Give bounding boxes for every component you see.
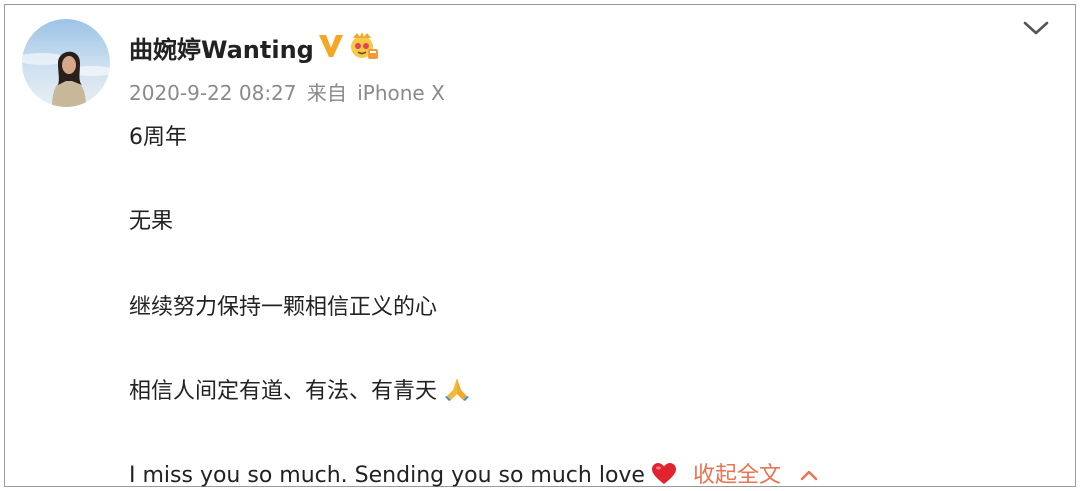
avatar[interactable] [22,19,110,107]
post-text-line-with-actions: I miss you so much. Sending you so much … [129,457,819,489]
post-text-line: 相信人间定有道、有法、有青天 [129,379,438,404]
username[interactable]: 曲婉婷Wanting [129,30,314,65]
post-text-line: I miss you so much. Sending you so much … [129,463,645,488]
red-heart-emoji [651,463,676,484]
post-timestamp[interactable]: 2020-9-22 08:27 [129,81,297,105]
avatar-image [22,19,110,107]
post-text-line-with-emoji: 相信人间定有道、有法、有青天 [129,373,471,405]
post-meta: 2020-9-22 08:27 来自 iPhone X [129,77,449,106]
post-text-line: 6周年 [129,125,187,150]
post-source-prefix: 来自 [306,81,347,105]
folded-hands-emoji [445,378,470,401]
chevron-down-icon[interactable] [1021,17,1051,39]
chevron-up-icon[interactable] [799,468,819,482]
weibo-post-card: 曲婉婷Wanting 2020-9-22 08:27 来自 iPhone X 6… [4,4,1076,489]
post-text-line: 无果 [129,209,174,234]
post-text-line: 继续努力保持一颗相信正义的心 [129,295,438,320]
post-source-device: iPhone X [357,81,445,105]
verified-v-icon [319,35,343,57]
collapse-full-text-link[interactable]: 收起全文 [693,463,781,488]
crown-member-icon[interactable] [348,29,380,61]
